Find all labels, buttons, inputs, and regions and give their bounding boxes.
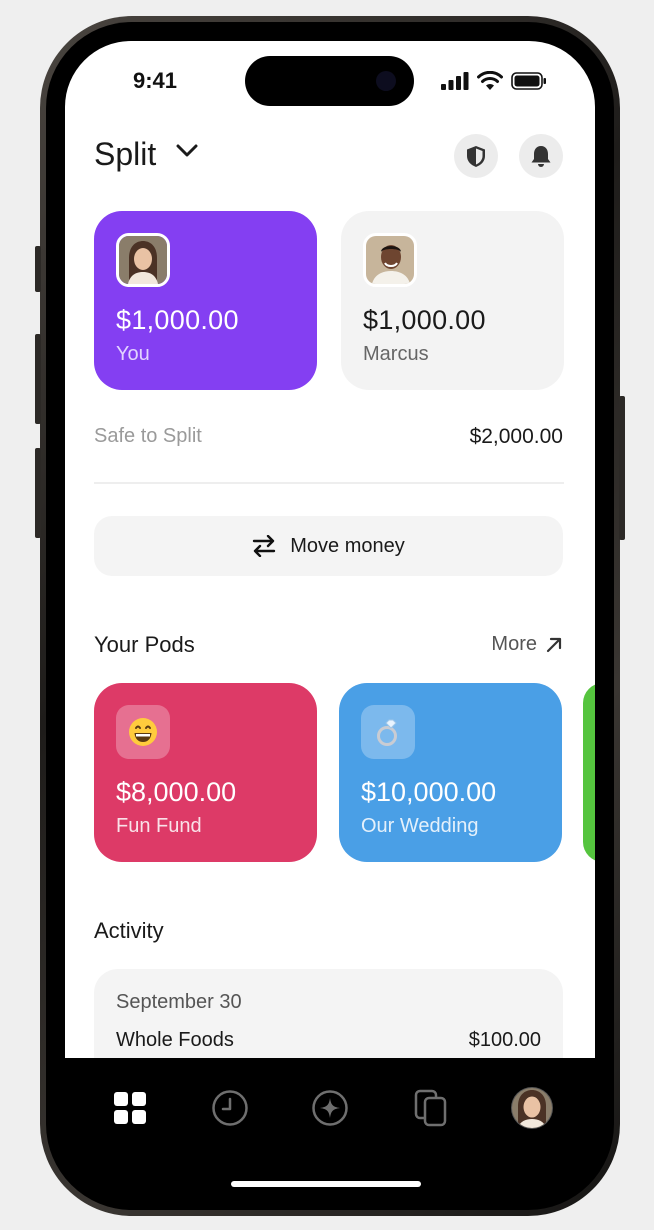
pod-card-our-wedding[interactable]: $10,000.00 Our Wedding [339,683,562,862]
pod-emoji-ring [361,705,415,759]
battery-icon [511,71,546,90]
pod-name: Our Wedding [361,815,479,837]
arrow-up-right-icon [546,637,562,652]
more-link[interactable]: More [491,633,563,656]
cards-icon [414,1089,447,1127]
divider [94,482,564,484]
status-icons [441,71,547,90]
more-label: More [491,633,537,655]
home-indicator [231,1181,421,1187]
pods-heading: Your Pods [94,632,195,657]
sparkle-icon [312,1090,348,1126]
security-button[interactable] [454,134,498,178]
safe-to-split-label: Safe to Split [94,425,202,447]
tab-home[interactable] [108,1086,152,1130]
pod-card-fun-fund[interactable]: $8,000.00 Fun Fund [94,683,317,862]
avatar [363,233,417,287]
ring-icon [377,719,397,746]
signal-icon [441,71,469,90]
chevron-down-icon[interactable] [176,144,198,158]
grinning-face-icon [129,718,157,746]
activity-date: September 30 [116,991,242,1013]
power-button [619,396,625,540]
pod-name: Fun Fund [116,815,202,837]
tab-profile[interactable] [510,1086,554,1130]
pod-balance: $8,000.00 [116,777,237,807]
swap-arrows-icon [253,535,276,557]
notifications-button[interactable] [519,134,563,178]
account-card-you[interactable]: $1,000.00 You [94,211,317,390]
app-screen: 9:41 Split $1,000.00 You $1,000.00 Marcu… [65,41,595,1058]
avatar [116,233,170,287]
status-time: 9:41 [133,68,178,93]
safe-to-split-amount: $2,000.00 [469,425,563,448]
pod-card-partial[interactable] [583,683,595,862]
volume-up-button [35,334,41,424]
shield-icon [467,145,485,167]
move-money-button[interactable]: Move money [94,516,563,576]
camera-icon [376,71,396,91]
activity-card[interactable]: September 30 Whole Foods $100.00 [94,969,563,1058]
pod-balance: $10,000.00 [361,777,497,807]
account-owner: Marcus [363,343,429,365]
action-button [35,246,41,292]
partner-avatar-icon [366,236,414,284]
page-title[interactable]: Split [94,136,156,173]
user-avatar-icon [119,236,167,284]
tab-cards[interactable] [410,1086,454,1130]
pod-emoji-grin [116,705,170,759]
wifi-icon [477,71,503,90]
account-balance: $1,000.00 [363,305,486,335]
volume-down-button [35,448,41,538]
move-money-label: Move money [290,534,405,557]
activity-amount: $100.00 [468,1029,541,1051]
dynamic-island [245,56,414,106]
account-balance: $1,000.00 [116,305,239,335]
profile-avatar-icon [511,1087,553,1129]
tab-history[interactable] [208,1086,252,1130]
tab-discover[interactable] [308,1086,352,1130]
tab-bar [65,1058,595,1158]
activity-merchant: Whole Foods [116,1029,234,1051]
account-card-partner[interactable]: $1,000.00 Marcus [341,211,564,390]
grid-icon [114,1092,146,1124]
account-owner: You [116,343,150,365]
activity-heading: Activity [94,918,164,943]
clock-icon [212,1090,248,1126]
bell-icon [531,146,551,167]
